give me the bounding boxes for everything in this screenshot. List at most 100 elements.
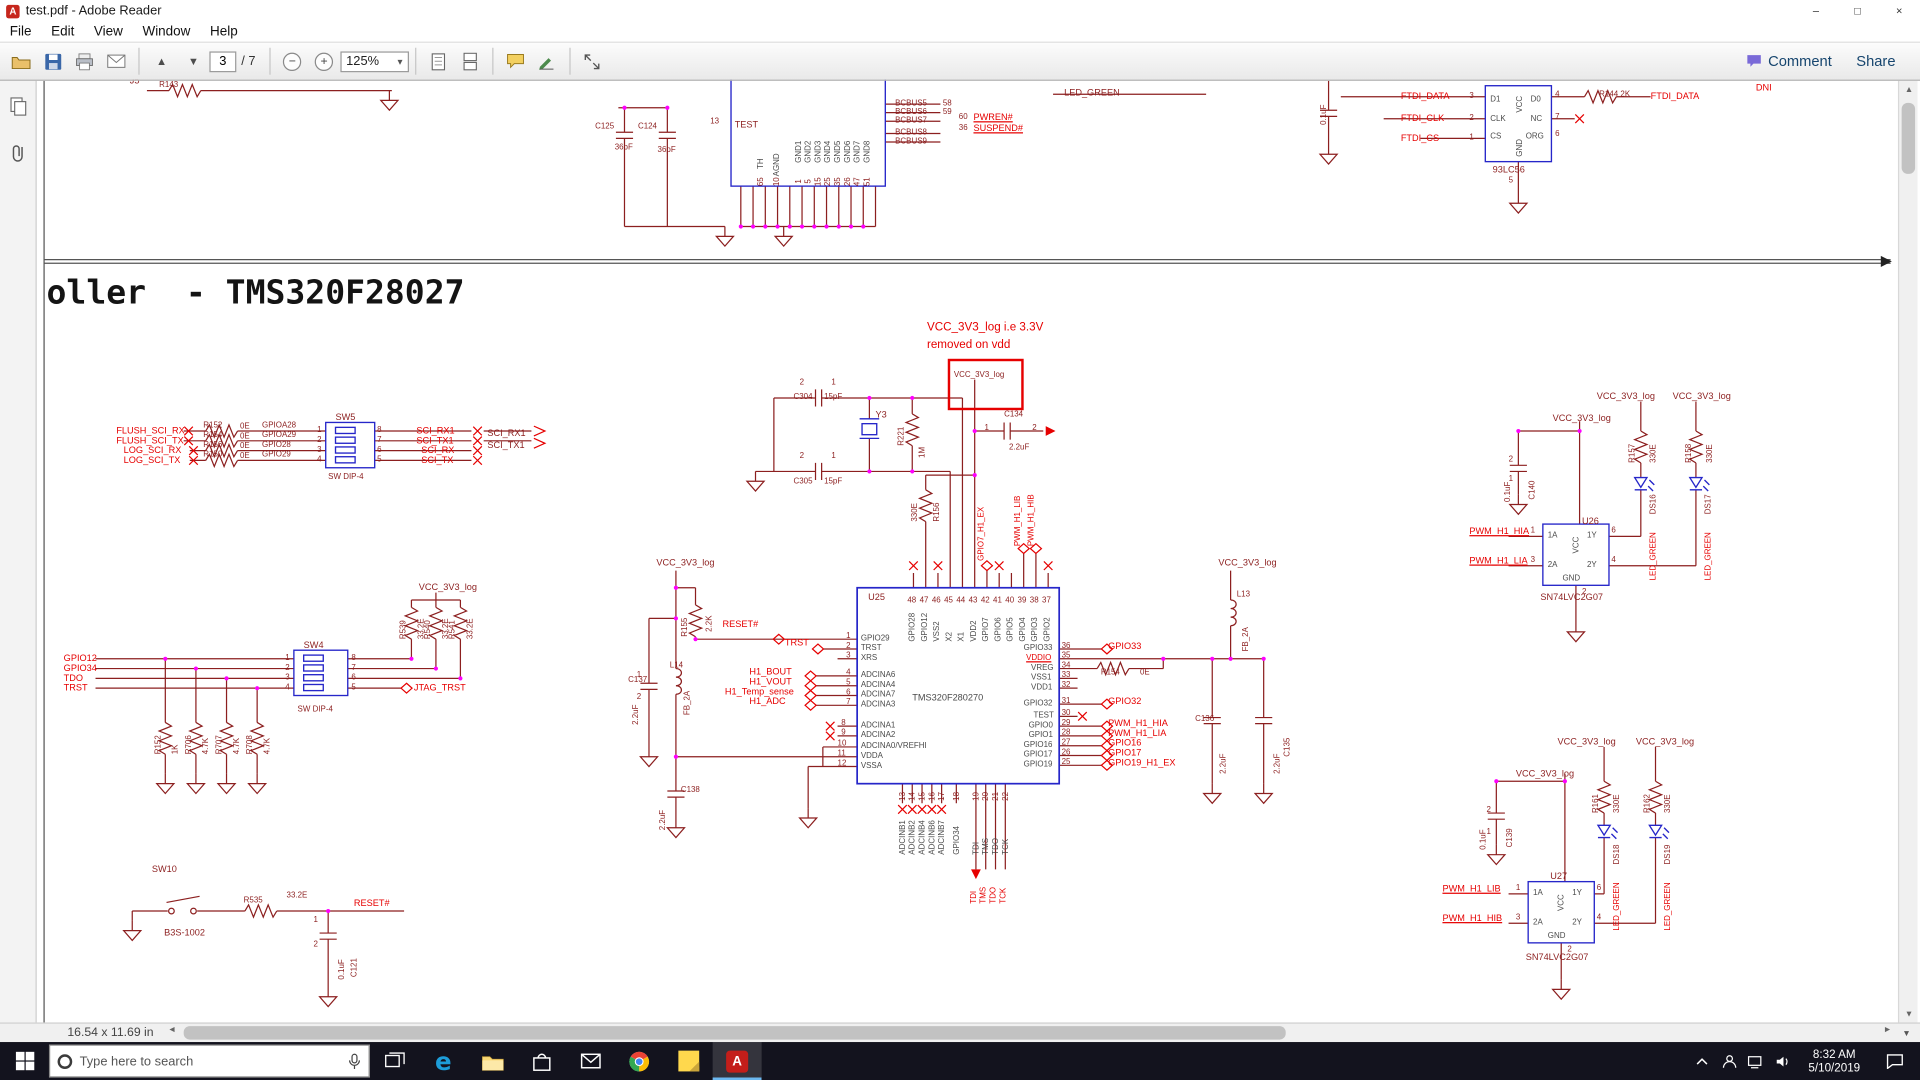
cortana-icon [57, 1053, 73, 1069]
tray-network-icon[interactable] [1744, 1042, 1768, 1080]
action-center-button[interactable] [1873, 1042, 1915, 1080]
app-icon: A [6, 4, 20, 18]
hidden-icons-chevron[interactable] [1690, 1042, 1714, 1080]
start-button[interactable] [0, 1042, 49, 1080]
taskbar-search[interactable] [48, 1044, 370, 1078]
sheet-title: oller - TMS320F28027 [46, 274, 465, 313]
menu-help[interactable]: Help [200, 24, 247, 39]
vertical-scrollbar[interactable]: ▲ ▼ [1897, 80, 1919, 1023]
share-panel-button[interactable]: Share [1856, 53, 1895, 70]
toolbar-separator [414, 47, 416, 75]
page-thumbnails-button[interactable] [4, 93, 31, 120]
maximize-button[interactable]: □ [1837, 0, 1879, 22]
previous-page-button[interactable]: ▲ [147, 47, 176, 76]
page-size-label: 16.54 x 11.69 in [67, 1026, 154, 1040]
single-page-view-button[interactable] [423, 47, 452, 76]
zoom-in-button[interactable]: + [309, 47, 338, 76]
taskbar-app-acrobat-reader[interactable]: A [712, 1042, 762, 1080]
tray-people-icon[interactable] [1717, 1042, 1741, 1080]
print-button[interactable] [70, 47, 99, 76]
fullscreen-button[interactable] [578, 47, 607, 76]
task-view-icon [384, 1052, 405, 1068]
store-bag-icon [532, 1052, 550, 1071]
share-panel-label: Share [1856, 52, 1896, 70]
page-number-input[interactable] [209, 50, 237, 72]
menu-file[interactable]: File [0, 24, 41, 39]
page-total-label: / 7 [241, 53, 256, 69]
horizontal-scrollbar[interactable] [183, 1026, 1879, 1040]
taskbar-app-mail[interactable] [566, 1042, 615, 1080]
taskbar-app-store[interactable] [517, 1042, 566, 1080]
system-tray: 8:32 AM 5/10/2019 [1690, 1042, 1920, 1080]
taskbar-app-chrome[interactable] [615, 1042, 664, 1080]
person-icon [1722, 1054, 1736, 1068]
next-page-button[interactable]: ▼ [179, 47, 208, 76]
scrolling-view-icon [463, 52, 477, 70]
comment-tool-button[interactable] [500, 47, 529, 76]
chevron-down-icon: ▾ [397, 55, 403, 67]
toolbar-separator [491, 47, 494, 75]
schematic-annotation-line2: removed on vdd [926, 337, 1011, 352]
next-page-corner-button[interactable]: ▼ [1896, 1025, 1918, 1042]
open-button[interactable] [6, 47, 35, 76]
schematic-annotation-line1: VCC_3V3_log i.e 3.3V [926, 320, 1044, 335]
email-button[interactable] [102, 47, 131, 76]
zoom-out-button[interactable]: − [278, 47, 307, 76]
taskbar-app-sticky-notes[interactable] [664, 1042, 713, 1080]
scrolling-view-button[interactable] [455, 47, 484, 76]
windows-taskbar: e A [0, 1042, 1920, 1080]
volume-icon [1776, 1056, 1787, 1066]
print-icon [76, 52, 93, 70]
action-center-icon [1886, 1054, 1903, 1069]
taskbar-app-edge[interactable]: e [419, 1042, 468, 1080]
minimize-button[interactable]: – [1795, 0, 1837, 22]
sign-tool-button[interactable] [532, 47, 561, 76]
comment-bubble-icon [506, 54, 524, 69]
toolbar-separator [138, 47, 140, 75]
edge-icon: e [434, 1046, 452, 1076]
menu-edit[interactable]: Edit [41, 24, 84, 39]
attachments-button[interactable] [4, 140, 31, 167]
sign-pen-icon [539, 58, 554, 70]
comment-panel-label: Comment [1768, 52, 1832, 70]
save-button[interactable] [38, 47, 67, 76]
save-icon [44, 53, 61, 70]
zoom-level-dropdown[interactable]: 125% ▾ [340, 50, 409, 72]
clock-time: 8:32 AM [1812, 1047, 1856, 1062]
title-bar: A test.pdf - Adobe Reader – □ × [0, 0, 1920, 23]
network-icon [1747, 1055, 1762, 1068]
scroll-right-button[interactable]: ► [1883, 1026, 1891, 1035]
taskbar-app-file-explorer[interactable] [468, 1042, 517, 1080]
pdf-page [36, 80, 1898, 1023]
scroll-up-button[interactable]: ▲ [1899, 81, 1919, 98]
scroll-down-button[interactable]: ▼ [1899, 1005, 1919, 1022]
paperclip-icon [12, 145, 23, 162]
previous-page-icon: ▲ [156, 55, 168, 68]
zoom-level-value: 125% [346, 53, 380, 69]
scroll-left-button[interactable]: ◄ [168, 1026, 176, 1035]
chevron-up-icon [1696, 1057, 1708, 1064]
task-view-button[interactable] [370, 1042, 419, 1080]
comment-panel-button[interactable]: Comment [1746, 53, 1832, 70]
navigation-sidebar [0, 80, 37, 1023]
horizontal-scroll-thumb[interactable] [183, 1026, 1286, 1040]
single-page-icon [431, 52, 445, 70]
search-input[interactable] [79, 1053, 341, 1069]
vertical-scroll-thumb[interactable] [1901, 102, 1916, 174]
fullscreen-arrows-icon [584, 53, 600, 69]
microphone-icon [348, 1053, 361, 1069]
toolbar-separator [569, 47, 571, 75]
menu-window[interactable]: Window [133, 24, 201, 39]
tray-volume-icon[interactable] [1771, 1042, 1795, 1080]
window-title: test.pdf - Adobe Reader [25, 3, 162, 19]
toolbar-separator [269, 47, 271, 75]
close-button[interactable]: × [1878, 0, 1920, 22]
sticky-notes-icon [677, 1050, 699, 1072]
status-bar: 16.54 x 11.69 in ◄ ► ▼ [0, 1022, 1920, 1043]
zoom-out-icon: − [283, 52, 302, 71]
windows-logo-icon [15, 1051, 34, 1071]
menu-view[interactable]: View [84, 24, 133, 39]
next-page-icon: ▼ [187, 55, 199, 68]
taskbar-clock[interactable]: 8:32 AM 5/10/2019 [1798, 1048, 1871, 1075]
toolbar: ▲ ▼ / 7 − + 125% ▾ Comm [0, 42, 1920, 81]
